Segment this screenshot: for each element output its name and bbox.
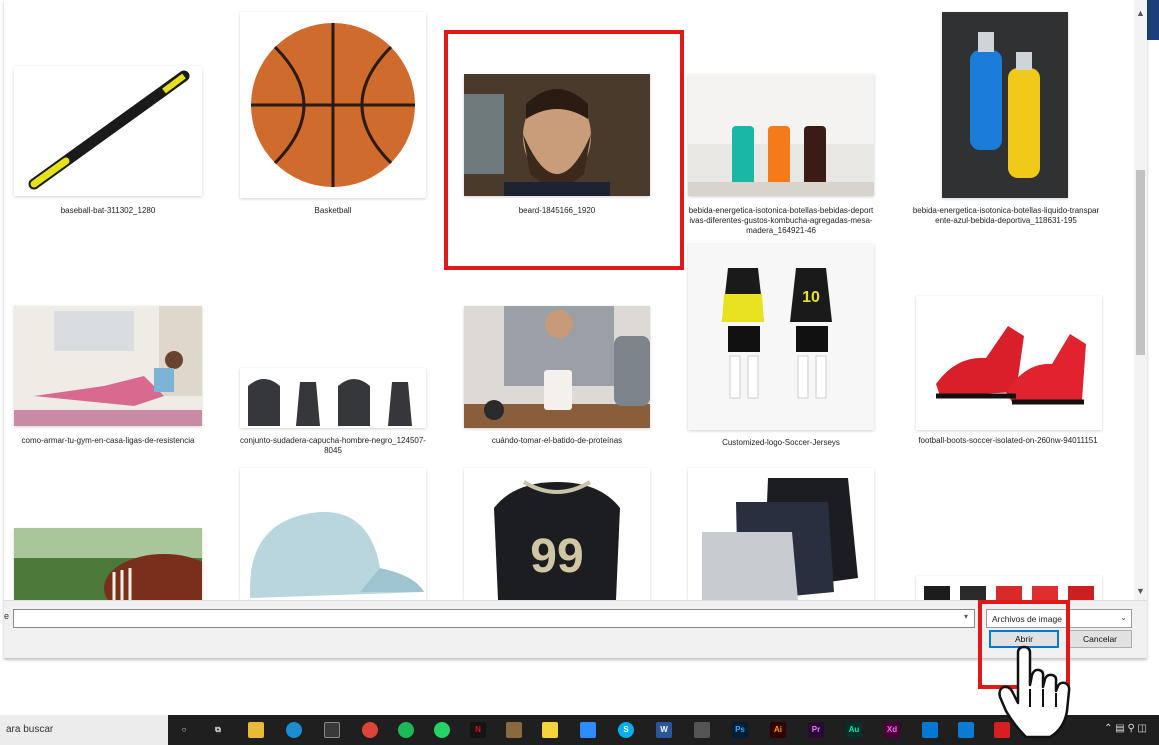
drink-bottles-image bbox=[688, 74, 874, 196]
red-football-boots-image bbox=[916, 296, 1102, 430]
task-view-icon[interactable]: ⧉ bbox=[210, 722, 226, 738]
file-name: football-boots-soccer-isolated-on-260nw-… bbox=[918, 436, 1098, 445]
illustrator-icon[interactable]: Ai bbox=[770, 722, 786, 738]
netflix-icon[interactable]: N bbox=[470, 722, 486, 738]
edge-icon[interactable] bbox=[286, 722, 302, 738]
scroll-up-icon[interactable]: ▲ bbox=[1134, 6, 1147, 20]
sports-drink-bottles-image bbox=[942, 12, 1068, 198]
xd-icon[interactable]: Xd bbox=[884, 722, 900, 738]
jersey-number: 99 bbox=[530, 530, 583, 583]
protein-shake-image bbox=[464, 306, 650, 428]
audition-icon[interactable]: Au bbox=[846, 722, 862, 738]
chevron-down-icon[interactable]: ▾ bbox=[964, 612, 968, 621]
screen: baseball-bat-311302_1280 Basketball bear… bbox=[0, 0, 1159, 745]
chevron-down-icon: ⌄ bbox=[1120, 613, 1127, 622]
colored-shirts-image bbox=[916, 576, 1102, 600]
zoom-icon[interactable] bbox=[580, 722, 596, 738]
dialog-footer: e ▾ Archivos de image ⌄ Abrir Cancelar bbox=[4, 600, 1147, 658]
photoshop-icon[interactable]: Ps bbox=[732, 722, 748, 738]
black-hoodies-image bbox=[240, 368, 426, 428]
file-name: Customized-logo-Soccer-Jerseys bbox=[722, 438, 840, 447]
soccer-jerseys-image: 10 bbox=[688, 244, 874, 430]
mail-icon[interactable] bbox=[922, 722, 938, 738]
file-name: conjunto-sudadera-capucha-hombre-negro_1… bbox=[240, 436, 426, 455]
skype-icon[interactable]: S bbox=[618, 722, 634, 738]
file-name: Basketball bbox=[314, 206, 352, 215]
file-name: como-armar-tu-gym-en-casa-ligas-de-resis… bbox=[21, 436, 195, 445]
window-accent-edge bbox=[1145, 0, 1159, 40]
sticky-notes-icon[interactable] bbox=[542, 722, 558, 738]
hand-cursor-icon bbox=[998, 645, 1071, 739]
system-tray-icons[interactable]: ⌃ ▤ ⚲ ◫ bbox=[1104, 723, 1147, 734]
taskbar-search[interactable]: ara buscar bbox=[0, 715, 168, 745]
sheets-icon[interactable] bbox=[694, 722, 710, 738]
file-name: cuándo-tomar-el-batido-de-proteínas bbox=[491, 436, 623, 445]
home-gym-woman-image bbox=[14, 306, 202, 426]
filename-input[interactable] bbox=[13, 609, 975, 628]
vertical-scrollbar[interactable]: ▲ ▼ bbox=[1134, 0, 1147, 600]
light-blue-cap-image bbox=[240, 468, 426, 600]
file-name: bebida-energetica-isotonica-botellas-liq… bbox=[912, 206, 1100, 225]
taskbar: ara buscar ○ ⧉ N S W Ps Ai Pr Au Xd ⌃ ▤ … bbox=[0, 715, 1159, 745]
file-name: baseball-bat-311302_1280 bbox=[60, 206, 156, 215]
file-name: bebida-energetica-isotonica-botellas-beb… bbox=[688, 206, 874, 235]
search-icon[interactable]: ○ bbox=[176, 722, 192, 738]
selection-highlight bbox=[444, 30, 684, 270]
scroll-down-icon[interactable]: ▼ bbox=[1134, 584, 1147, 598]
premiere-icon[interactable]: Pr bbox=[808, 722, 824, 738]
word-icon[interactable]: W bbox=[656, 722, 672, 738]
soccer-number: 10 bbox=[802, 289, 820, 306]
american-football-image bbox=[14, 528, 202, 600]
file-open-dialog: baseball-bat-311302_1280 Basketball bear… bbox=[4, 0, 1147, 658]
books-icon[interactable] bbox=[506, 722, 522, 738]
chrome-icon[interactable] bbox=[362, 722, 378, 738]
scroll-thumb[interactable] bbox=[1136, 170, 1145, 355]
whatsapp-icon[interactable] bbox=[434, 722, 450, 738]
shorts-image bbox=[688, 468, 874, 600]
store-icon[interactable] bbox=[324, 722, 340, 738]
media-icon[interactable] bbox=[958, 722, 974, 738]
baseball-bat-image bbox=[14, 66, 202, 196]
football-jersey-99-image: 99 bbox=[464, 468, 650, 600]
basketball-image bbox=[240, 12, 426, 198]
file-explorer-icon[interactable] bbox=[248, 722, 264, 738]
spotify-icon[interactable] bbox=[398, 722, 414, 738]
filename-label: e bbox=[4, 611, 10, 621]
